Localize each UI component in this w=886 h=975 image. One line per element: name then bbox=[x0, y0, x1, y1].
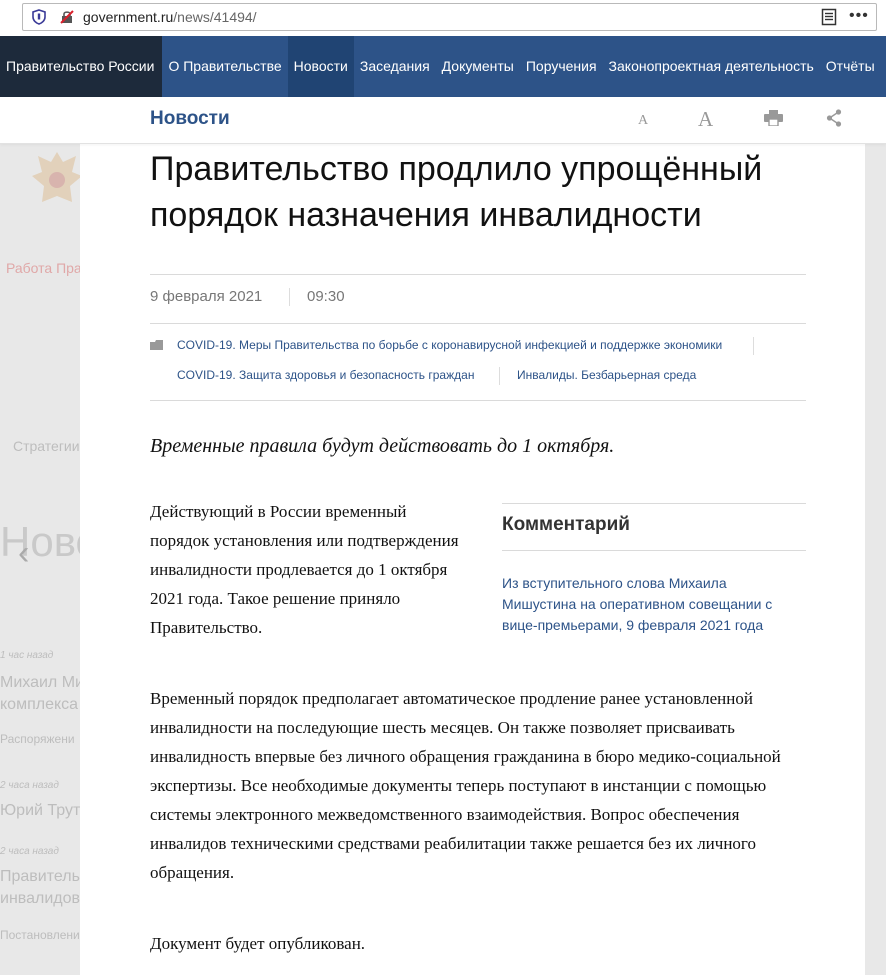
comment-link[interactable]: Из вступительного слова Михаила Мишустин… bbox=[502, 573, 802, 636]
bg-item-time: 1 час назад bbox=[0, 650, 54, 661]
font-increase-button[interactable]: A bbox=[698, 107, 713, 132]
article-paragraph: Документ будет опубликован. bbox=[150, 934, 366, 953]
more-menu-icon[interactable]: ••• bbox=[849, 7, 869, 25]
divider bbox=[150, 274, 806, 275]
article-date: 9 февраля 2021 bbox=[150, 288, 263, 305]
site-brand-link[interactable]: Правительство России bbox=[0, 36, 163, 97]
nav-item-news[interactable]: Новости bbox=[287, 36, 354, 97]
divider bbox=[150, 323, 806, 324]
nav-item-about[interactable]: О Правительстве bbox=[162, 36, 287, 97]
bg-item-sub: Распоряжени bbox=[0, 732, 75, 746]
nav-item-reports[interactable]: Отчёты bbox=[820, 36, 881, 97]
bg-prev-arrow: ‹ bbox=[18, 534, 30, 572]
url-text[interactable]: government.ru/news/41494/ bbox=[83, 9, 257, 25]
folder-icon bbox=[150, 340, 163, 350]
divider bbox=[753, 337, 754, 355]
tag-link[interactable]: COVID-19. Защита здоровья и безопасность… bbox=[177, 368, 474, 382]
share-icon[interactable] bbox=[826, 109, 842, 127]
section-header: Новости A A bbox=[0, 97, 886, 144]
nav-item-legislation[interactable]: Законопроектная деятельность bbox=[603, 36, 820, 97]
nav-item-instructions[interactable]: Поручения bbox=[520, 36, 603, 97]
divider bbox=[289, 288, 290, 306]
insecure-lock-icon[interactable] bbox=[59, 9, 75, 25]
bg-strategies: Стратегии bbox=[13, 438, 80, 454]
bg-work-link: Работа Пра bbox=[6, 260, 82, 276]
article-panel: Правительство продлило упрощённый порядо… bbox=[80, 144, 865, 975]
bg-item-sub: Постановлени bbox=[0, 928, 80, 942]
divider bbox=[502, 503, 806, 504]
main-navigation: Правительство России О Правительстве Нов… bbox=[0, 36, 886, 97]
article-title: Правительство продлило упрощённый порядо… bbox=[150, 150, 763, 234]
coat-of-arms-icon bbox=[32, 152, 82, 202]
address-bar[interactable]: government.ru/news/41494/ ••• bbox=[22, 3, 877, 31]
article-lead: Временные правила будут действовать до 1… bbox=[150, 435, 615, 457]
divider bbox=[502, 550, 806, 551]
bg-item-title: Юрий Труте bbox=[0, 802, 90, 819]
tag-link[interactable]: COVID-19. Меры Правительства по борьбе с… bbox=[177, 338, 722, 352]
font-decrease-button[interactable]: A bbox=[638, 113, 648, 129]
browser-toolbar: government.ru/news/41494/ ••• bbox=[0, 0, 886, 36]
article-paragraph: Временный порядок предполагает автоматич… bbox=[150, 689, 781, 882]
reader-view-icon[interactable] bbox=[821, 8, 837, 26]
bg-item-time: 2 часа назад bbox=[0, 846, 59, 857]
article-time: 09:30 bbox=[307, 288, 345, 305]
divider bbox=[150, 400, 806, 401]
divider bbox=[499, 367, 500, 385]
nav-item-meetings[interactable]: Заседания bbox=[354, 36, 436, 97]
url-path: /news/41494/ bbox=[173, 9, 257, 25]
bg-item-title: инвалидов bbox=[0, 890, 80, 907]
article-paragraph: Действующий в России временный порядок у… bbox=[150, 502, 459, 637]
bg-item-title: Михаил Ми bbox=[0, 674, 84, 691]
tag-link[interactable]: Инвалиды. Безбарьерная среда bbox=[517, 368, 696, 382]
url-domain: government.ru bbox=[83, 9, 174, 25]
bg-item-title: комплекса bbox=[0, 696, 79, 713]
comment-title: Комментарий bbox=[502, 514, 630, 535]
shield-icon[interactable] bbox=[31, 9, 47, 25]
print-icon[interactable] bbox=[764, 110, 783, 126]
bg-item-time: 2 часа назад bbox=[0, 780, 59, 791]
bg-item-title: Правитель bbox=[0, 868, 80, 885]
nav-item-documents[interactable]: Документы bbox=[436, 36, 520, 97]
section-title[interactable]: Новости bbox=[150, 108, 230, 130]
